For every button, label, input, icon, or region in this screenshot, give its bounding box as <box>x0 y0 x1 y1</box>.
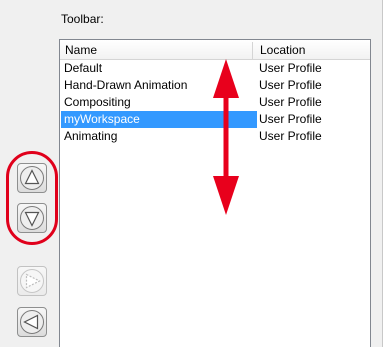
reorder-double-arrow-icon <box>213 59 239 215</box>
highlight-oval <box>6 151 58 245</box>
triangle-right-icon <box>20 269 44 293</box>
remove-from-toolbar-button[interactable] <box>17 307 47 337</box>
toolbar-list[interactable]: Name Location Default User Profile Hand-… <box>59 39 371 347</box>
add-to-toolbar-button[interactable] <box>17 266 47 296</box>
toolbar-manager-panel: Toolbar: Name Location Default User Prof… <box>0 0 383 347</box>
toolbar-section-label: Toolbar: <box>61 12 104 26</box>
triangle-left-icon <box>20 310 44 334</box>
